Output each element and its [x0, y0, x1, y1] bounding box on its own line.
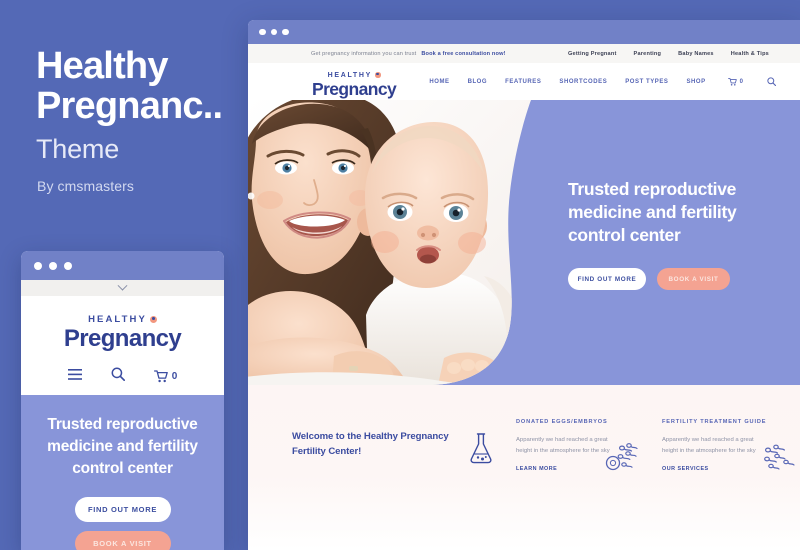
hero-section: Trusted reproductive medicine and fertil… — [248, 100, 800, 385]
hero-title: Trusted reproductive medicine and fertil… — [568, 179, 737, 245]
nav-item-post-types[interactable]: POST TYPES — [625, 79, 668, 85]
mobile-browser-chrome — [21, 251, 224, 280]
desktop-logo[interactable]: HEALTHY Pregnancy — [312, 65, 397, 99]
site-utility-bar: Get pregnancy information you can trust … — [248, 44, 800, 63]
logo-dot-icon — [375, 72, 381, 78]
feature-card-fertility-guide: FERTILITY TREATMENT GUIDE Apparently we … — [662, 418, 795, 550]
sperm-and-egg-icon — [604, 442, 638, 477]
window-dot-minimize-icon[interactable] — [49, 261, 57, 270]
chevron-down-icon — [117, 280, 128, 291]
logo-main-text: Pregnancy — [312, 78, 397, 99]
welcome-section: Welcome to the Healthy Pregnancy Fertili… — [248, 385, 800, 550]
mobile-preview-mockup: HEALTHY Pregnancy 0 Trusted reproductive… — [21, 251, 224, 550]
mobile-hero-title: Trusted reproductive medicine and fertil… — [47, 416, 198, 477]
mobile-cart-button[interactable]: 0 — [153, 369, 178, 383]
cart-icon — [727, 77, 737, 86]
mobile-hero-buttons: FIND OUT MORE BOOK A VISIT — [35, 497, 210, 550]
mobile-logo[interactable]: HEALTHY Pregnancy — [21, 296, 224, 357]
nav-item-shop[interactable]: SHOP — [686, 79, 705, 85]
desktop-browser-chrome — [248, 20, 800, 44]
left-info-panel: Healthy Pregnanc.. Theme By cmsmasters H… — [0, 0, 248, 550]
cart-button[interactable]: 0 — [727, 77, 743, 86]
hero-buttons: FIND OUT MORE BOOK A VISIT — [568, 268, 778, 290]
mobile-topbar-collapse[interactable] — [21, 280, 224, 296]
theme-title-line-2: Pregnanc.. — [36, 85, 223, 127]
cart-count: 0 — [739, 78, 743, 85]
main-navigation: HOME BLOG FEATURES SHORTCODES POST TYPES… — [429, 73, 777, 91]
book-a-visit-button[interactable]: BOOK A VISIT — [657, 268, 730, 290]
logo-top-text: HEALTHY — [327, 71, 373, 79]
theme-preview-banner: Healthy Pregnanc.. Theme By cmsmasters H… — [0, 0, 800, 550]
find-out-more-button[interactable]: FIND OUT MORE — [568, 268, 646, 290]
logo-dot-icon — [149, 316, 157, 323]
feature-card-donated-eggs: DONATED EGGS/EMBRYOS Apparently we had r… — [516, 418, 638, 550]
welcome-title: Welcome to the Healthy Pregnancy Fertili… — [292, 431, 449, 457]
search-icon[interactable] — [111, 367, 125, 386]
utility-link-parenting[interactable]: Parenting — [634, 51, 662, 57]
hero-copy: Trusted reproductive medicine and fertil… — [568, 178, 778, 290]
utility-link-getting-pregnant[interactable]: Getting Pregnant — [568, 51, 617, 57]
theme-title-line-1: Healthy — [36, 45, 168, 87]
nav-item-blog[interactable]: BLOG — [468, 79, 488, 85]
logo-top-text: HEALTHY — [88, 314, 147, 325]
page-title: Healthy Pregnanc.. — [36, 46, 246, 126]
desktop-preview-mockup: Get pregnancy information you can trust … — [248, 20, 800, 550]
utility-link-health-tips[interactable]: Health & Tips — [731, 51, 769, 57]
mobile-hero-section: Trusted reproductive medicine and fertil… — [21, 395, 224, 550]
book-consultation-link[interactable]: Book a free consultation now! — [421, 51, 505, 57]
window-dot-maximize-icon[interactable] — [282, 28, 289, 36]
flask-icon — [468, 418, 494, 550]
mobile-find-out-more-button[interactable]: FIND OUT MORE — [74, 497, 171, 522]
theme-author: By cmsmasters — [37, 178, 134, 194]
cart-icon — [153, 369, 168, 382]
search-icon[interactable] — [767, 73, 777, 91]
feature-heading: FERTILITY TREATMENT GUIDE — [662, 419, 767, 425]
feature-heading: DONATED EGGS/EMBRYOS — [516, 419, 608, 425]
site-header: HEALTHY Pregnancy HOME BLOG FEATURES SHO… — [248, 63, 800, 100]
feature-body: Apparently we had reached a great height… — [662, 437, 756, 454]
window-dot-minimize-icon[interactable] — [270, 28, 277, 36]
nav-item-shortcodes[interactable]: SHORTCODES — [559, 79, 607, 85]
nav-item-home[interactable]: HOME — [429, 79, 449, 85]
window-dot-maximize-icon[interactable] — [64, 261, 72, 270]
sperm-cells-icon — [762, 444, 796, 475]
window-dot-close-icon[interactable] — [259, 28, 266, 36]
mobile-book-a-visit-button[interactable]: BOOK A VISIT — [74, 531, 171, 550]
nav-item-features[interactable]: FEATURES — [505, 79, 541, 85]
utility-nav: Getting Pregnant Parenting Baby Names He… — [568, 51, 784, 57]
hero-photo-mother-and-baby — [248, 100, 531, 385]
mobile-icon-bar: 0 — [21, 357, 224, 395]
our-services-link[interactable]: OUR SERVICES — [662, 466, 770, 472]
hamburger-menu-icon[interactable] — [67, 367, 82, 385]
welcome-intro: Welcome to the Healthy Pregnancy Fertili… — [292, 418, 452, 550]
mobile-cart-count: 0 — [171, 370, 178, 382]
utility-link-baby-names[interactable]: Baby Names — [678, 51, 714, 57]
logo-main-text: Pregnancy — [63, 325, 182, 352]
window-dot-close-icon[interactable] — [34, 261, 42, 270]
utility-message: Get pregnancy information you can trust — [311, 50, 417, 57]
theme-subtitle: Theme — [36, 134, 120, 164]
